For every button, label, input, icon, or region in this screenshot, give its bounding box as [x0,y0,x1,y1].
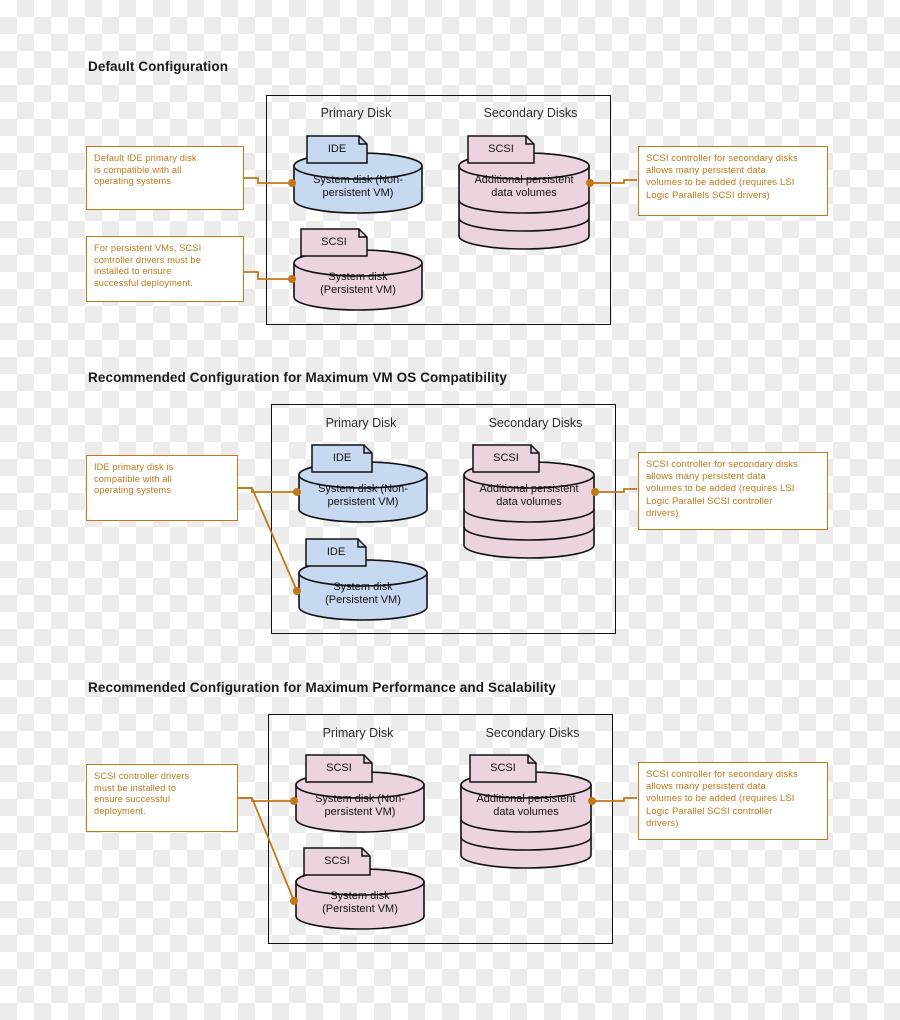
callout-left-bottom-1[interactable]: For persistent VMs, SCSI controller driv… [86,236,244,302]
callout-right-2[interactable]: SCSI controller for secondary disks allo… [638,452,828,530]
controller-tag-ide-1: IDE [306,135,368,164]
callout-left-top-2[interactable]: IDE primary disk is compatible with all … [86,455,238,521]
controller-tag-scsi-1b: SCSI [300,228,368,257]
disk-primary-persistent-1: System disk (Persistent VM) [293,249,423,311]
column-header-secondary-2: Secondary Disks [488,416,583,430]
controller-tag-scsi-3a: SCSI [305,754,373,783]
column-header-primary-1: Primary Disk [320,106,392,120]
section-title-default-configuration: Default Configuration [88,59,229,74]
column-header-primary-3: Primary Disk [322,726,394,740]
callout-left-top-1[interactable]: Default IDE primary disk is compatible w… [86,146,244,210]
disk-secondary-stack-3: Additional persistent data volumes [460,771,592,869]
controller-tag-scsi-3c: SCSI [469,754,537,783]
column-header-primary-2: Primary Disk [325,416,397,430]
callout-right-1[interactable]: SCSI controller for secondary disks allo… [638,146,828,216]
controller-tag-scsi-2c: SCSI [472,444,540,473]
section-title-max-performance-scalability: Recommended Configuration for Maximum Pe… [88,680,556,695]
disk-secondary-stack-1: Additional persistent data volumes [458,152,590,250]
diagram-canvas: Default Configuration Primary Disk Secon… [0,0,900,1020]
column-header-secondary-3: Secondary Disks [485,726,580,740]
disk-secondary-stack-2: Additional persistent data volumes [463,461,595,559]
disk-primary-persistent-3: System disk (Persistent VM) [295,868,425,930]
controller-tag-ide-2b: IDE [305,538,367,567]
controller-tag-scsi-3b: SCSI [303,847,371,876]
controller-tag-ide-2a: IDE [311,444,373,473]
callout-left-top-3[interactable]: SCSI controller drivers must be installe… [86,764,238,832]
column-header-secondary-1: Secondary Disks [483,106,578,120]
section-title-max-vm-os-compatibility: Recommended Configuration for Maximum VM… [88,370,507,385]
callout-right-3[interactable]: SCSI controller for secondary disks allo… [638,762,828,840]
controller-tag-scsi-1c: SCSI [467,135,535,164]
disk-primary-persistent-2: System disk (Persistent VM) [298,559,428,621]
